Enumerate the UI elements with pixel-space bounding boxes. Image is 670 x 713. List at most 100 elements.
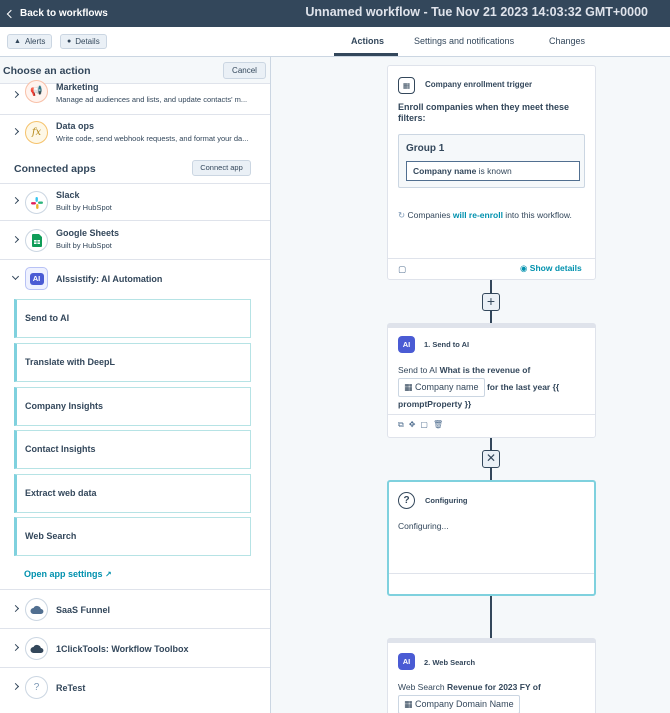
step-body: Web Search Revenue for 2023 FY of ▦ Comp…: [398, 680, 593, 713]
show-details-label: Show details: [529, 263, 582, 273]
card-footer-divider: [388, 258, 595, 259]
company-building-icon: ▦: [398, 77, 415, 94]
external-link-icon: ↗: [105, 570, 112, 579]
reenroll-link[interactable]: will re-enroll: [453, 210, 503, 220]
alerts-button[interactable]: ▲ Alerts: [7, 34, 53, 49]
filter-group[interactable]: Group 1 Company name is known: [398, 134, 585, 188]
property-token[interactable]: ▦ Company Domain Name: [398, 695, 520, 713]
chevron-right-icon: [11, 196, 20, 205]
company-building-icon: ▦: [404, 699, 413, 709]
filter-property: Company name: [413, 166, 477, 176]
configuring-body: Configuring...: [398, 521, 449, 531]
details-button[interactable]: ● Details: [60, 34, 107, 49]
active-tab-indicator: [334, 53, 398, 56]
cloud-icon: [25, 598, 48, 621]
action-panel[interactable]: Choose an action Cancel 📢 Marketing Mana…: [0, 57, 271, 713]
action-translate-with-deepl[interactable]: Translate with DeepL: [14, 343, 251, 382]
step-text: Web Search: [398, 682, 447, 692]
show-details-link[interactable]: ◉ Show details: [520, 263, 582, 274]
add-action-button[interactable]: +: [482, 293, 500, 311]
trigger-card[interactable]: ▦ Company enrollment trigger Enroll comp…: [387, 65, 596, 280]
chevron-right-icon: [11, 127, 20, 136]
app-name: Google Sheets: [56, 228, 120, 238]
chevron-right-icon: [11, 604, 20, 613]
category-desc: Write code, send webhook requests, and f…: [56, 134, 249, 143]
panel-title: Choose an action: [3, 65, 91, 77]
open-settings-label: Open app settings: [24, 569, 103, 579]
chevron-left-icon: [6, 9, 16, 18]
app-name: SaaS Funnel: [56, 605, 111, 615]
step-header: 2. Web Search: [424, 658, 476, 667]
step-header: 1. Send to AI: [424, 340, 470, 349]
token-label: Company Domain Name: [415, 699, 514, 709]
action-contact-insights[interactable]: Contact Insights: [14, 430, 251, 469]
close-insert-button[interactable]: ✕: [482, 450, 500, 468]
trigger-header: Company enrollment trigger: [425, 80, 533, 89]
card-toolbar: ⧉✥▢🗑: [398, 420, 448, 430]
back-to-workflows-link[interactable]: Back to workflows: [0, 8, 108, 19]
action-company-insights[interactable]: Company Insights: [14, 387, 251, 426]
clone-icon[interactable]: ▢: [398, 264, 406, 275]
back-label: Back to workflows: [20, 8, 108, 19]
tab-settings-and-notifications[interactable]: Settings and notifications: [414, 36, 514, 46]
app-name: Slack: [56, 190, 80, 200]
chevron-right-icon: [11, 235, 20, 244]
app-1clicktools[interactable]: 1ClickTools: Workflow Toolbox: [0, 629, 270, 668]
step-prompt-cont: for the last year {{: [484, 382, 560, 392]
open-app-settings-link[interactable]: Open app settings ↗: [24, 569, 112, 579]
enroll-text: Enroll companies when they meet these fi…: [398, 102, 570, 123]
warning-icon: ▲: [14, 38, 21, 45]
step-prompt-end: promptProperty }}: [398, 399, 472, 409]
action-web-search[interactable]: Web Search: [14, 517, 251, 556]
category-marketing[interactable]: 📢 Marketing Manage ad audiences and list…: [0, 80, 270, 115]
category-name: Marketing: [56, 82, 99, 92]
workflow-title[interactable]: Unnamed workflow - Tue Nov 21 2023 14:03…: [305, 5, 648, 19]
step-body: Send to AI What is the revenue of ▦ Comp…: [398, 363, 593, 412]
action-extract-web-data[interactable]: Extract web data: [14, 474, 251, 513]
app-saas-funnel[interactable]: SaaS Funnel: [0, 590, 270, 629]
company-building-icon: ▦: [404, 382, 413, 392]
configuring-card[interactable]: ? Configuring Configuring...: [387, 480, 596, 596]
filter-operator: is known: [476, 166, 512, 176]
card-footer-divider: [388, 414, 595, 415]
action-card-web-search[interactable]: AI 2. Web Search Web Search Revenue for …: [387, 638, 596, 713]
tab-changes[interactable]: Changes: [549, 36, 585, 46]
cloud-icon: [25, 637, 48, 660]
ai-icon: AI: [398, 336, 415, 353]
app-slack[interactable]: Slack Built by HubSpot: [0, 183, 270, 221]
app-desc: Built by HubSpot: [56, 203, 112, 212]
trash-icon[interactable]: 🗑: [433, 420, 448, 429]
group-label: Group 1: [406, 143, 445, 154]
chevron-right-icon: [11, 90, 20, 99]
token-label: Company name: [415, 382, 479, 392]
connector-line: [490, 595, 492, 639]
reenroll-text: ↻ Companies will re-enroll into this wor…: [398, 210, 572, 221]
category-name: Data ops: [56, 121, 95, 131]
slack-icon: [25, 191, 48, 214]
step-text: Send to AI: [398, 365, 440, 375]
tab-actions[interactable]: Actions: [351, 36, 384, 46]
cancel-button[interactable]: Cancel: [223, 62, 266, 79]
copy-icon[interactable]: ⧉: [398, 420, 409, 429]
category-desc: Manage ad audiences and lists, and updat…: [56, 95, 248, 104]
property-token[interactable]: ▦ Company name: [398, 378, 485, 397]
google-sheets-icon: [25, 229, 48, 252]
clone-icon[interactable]: ▢: [420, 420, 433, 429]
category-data-ops[interactable]: fx Data ops Write code, send webhook req…: [0, 115, 270, 153]
app-retest[interactable]: ? ReTest: [0, 668, 270, 713]
action-send-to-ai[interactable]: Send to AI: [14, 299, 251, 338]
move-icon[interactable]: ✥: [409, 420, 421, 429]
app-name: 1ClickTools: Workflow Toolbox: [56, 644, 189, 654]
fx-icon: fx: [25, 121, 48, 144]
alerts-label: Alerts: [24, 37, 46, 46]
step-query: Revenue for 2023 FY of: [446, 682, 541, 692]
action-card-send-to-ai[interactable]: AI 1. Send to AI Send to AI What is the …: [387, 323, 596, 438]
workflow-canvas[interactable]: + ✕ ▦ Company enrollment trigger Enroll …: [272, 57, 670, 713]
app-google-sheets[interactable]: Google Sheets Built by HubSpot: [0, 221, 270, 260]
connect-app-button[interactable]: Connect app: [192, 160, 251, 176]
card-footer-divider: [389, 573, 594, 574]
filter-condition[interactable]: Company name is known: [406, 161, 580, 181]
ai-icon: AI: [25, 267, 48, 290]
top-bar: Back to workflows Unnamed workflow - Tue…: [0, 0, 670, 27]
chevron-right-icon: [11, 682, 20, 691]
